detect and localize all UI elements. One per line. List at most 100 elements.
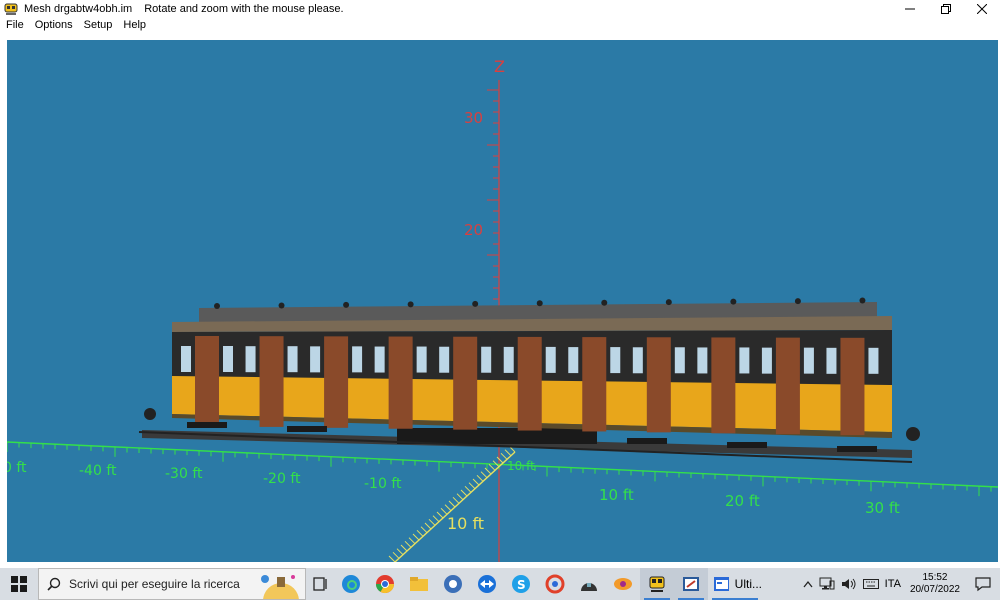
y-tick-mark xyxy=(404,540,412,548)
coach-window xyxy=(739,347,750,374)
y-tick-mark xyxy=(460,489,468,497)
title-bar[interactable]: Mesh drgabtw4obh.im Rotate and zoom with… xyxy=(0,0,1000,18)
clock-time: 15:52 xyxy=(922,572,948,583)
app-taskbar-button-3[interactable] xyxy=(572,568,606,600)
coach-window xyxy=(803,347,814,374)
menu-help[interactable]: Help xyxy=(117,18,151,34)
menu-file[interactable]: File xyxy=(0,18,29,34)
coach-door xyxy=(711,337,736,434)
speaker-icon xyxy=(841,578,856,590)
x-tick-label-4: -20 ft xyxy=(263,471,301,487)
coach-door xyxy=(259,336,284,427)
editor-icon xyxy=(683,577,699,591)
folder-icon xyxy=(410,577,428,591)
edge-taskbar-button[interactable] xyxy=(334,568,368,600)
coach-window xyxy=(632,347,643,374)
clock[interactable]: 15:52 20/07/2022 xyxy=(904,572,966,596)
notifications-button[interactable] xyxy=(966,568,1000,600)
search-icon xyxy=(39,577,69,591)
coach-window xyxy=(545,346,556,373)
coach-window xyxy=(352,346,363,373)
swirl-icon xyxy=(545,574,565,594)
running-app-button[interactable]: Ulti... xyxy=(708,568,762,600)
search-box[interactable]: Scrivi qui per eseguire la ricerca xyxy=(38,568,306,600)
explorer-taskbar-button[interactable] xyxy=(402,568,436,600)
y-tick-mark xyxy=(464,485,472,493)
x-tick-label-origin: 10 ft xyxy=(507,459,535,473)
editor-taskbar-button[interactable] xyxy=(674,568,708,600)
roof-vent xyxy=(407,301,414,308)
coach-window xyxy=(610,347,621,374)
tray-overflow-button[interactable] xyxy=(800,568,816,600)
network-icon xyxy=(819,577,835,590)
3d-viewport[interactable]: Z 30 20 0 ft -40 ft -30 ft -20 ft -10 ft… xyxy=(7,40,998,562)
y-tick-mark xyxy=(400,544,408,552)
teamviewer-taskbar-button[interactable] xyxy=(470,568,504,600)
task-view-icon xyxy=(313,577,327,591)
coach-window xyxy=(223,346,233,372)
y-tick-mark xyxy=(420,526,428,534)
y-tick-mark xyxy=(452,496,460,504)
y-tick-mark xyxy=(432,515,440,523)
y-tick-mark xyxy=(488,463,496,471)
minimize-button[interactable] xyxy=(892,0,928,18)
train-app-taskbar-button[interactable] xyxy=(640,568,674,600)
coach-window xyxy=(245,346,256,373)
app-taskbar-button-2[interactable] xyxy=(538,568,572,600)
skype-taskbar-button[interactable]: S xyxy=(504,568,538,600)
bogie xyxy=(727,442,767,448)
y-tick-mark xyxy=(408,537,416,545)
y-tick-mark xyxy=(472,478,480,486)
roof-vent xyxy=(601,299,608,306)
edge-icon xyxy=(342,575,360,593)
network-button[interactable] xyxy=(816,568,838,600)
bogie xyxy=(837,446,877,452)
train-icon xyxy=(649,576,665,592)
coach-window xyxy=(826,347,837,374)
roof-vent xyxy=(859,297,866,304)
chrome-taskbar-button[interactable] xyxy=(368,568,402,600)
language-indicator[interactable]: ITA xyxy=(882,568,904,600)
menu-options[interactable]: Options xyxy=(29,18,78,34)
running-app-label: Ulti... xyxy=(734,577,762,591)
app-taskbar-button-1[interactable] xyxy=(436,568,470,600)
y-tick-mark xyxy=(480,471,488,479)
volume-button[interactable] xyxy=(838,568,860,600)
keyboard-button[interactable] xyxy=(860,568,882,600)
coach-door xyxy=(582,337,607,432)
task-view-button[interactable] xyxy=(306,568,334,600)
app-taskbar-button-4[interactable] xyxy=(606,568,640,600)
menu-setup[interactable]: Setup xyxy=(78,18,118,34)
y-tick-mark xyxy=(468,482,476,490)
dome-icon xyxy=(581,583,597,591)
x-tick-label-3: -30 ft xyxy=(165,466,203,482)
skype-icon: S xyxy=(512,575,530,593)
coach-window xyxy=(568,347,579,374)
start-button[interactable] xyxy=(0,568,38,600)
restore-button[interactable] xyxy=(928,0,964,18)
windows-icon xyxy=(11,576,27,592)
chevron-up-icon xyxy=(803,580,813,588)
coach-window xyxy=(416,346,427,373)
x-tick-label-8: 30 ft xyxy=(865,499,900,517)
roof-vent xyxy=(794,298,801,305)
coach-door xyxy=(840,337,865,436)
coach-door xyxy=(775,337,800,435)
roof-vent xyxy=(730,298,737,305)
x-tick-label-7: 20 ft xyxy=(725,492,760,510)
roof-vent xyxy=(278,302,285,309)
search-highlight-icon xyxy=(261,575,299,599)
close-button[interactable] xyxy=(964,0,1000,18)
roof-vent xyxy=(214,303,220,309)
menu-bar: File Options Setup Help xyxy=(0,18,1000,34)
bogie xyxy=(627,438,667,444)
coach-door xyxy=(517,336,542,431)
restore-icon xyxy=(941,4,951,14)
y-tick-mark xyxy=(396,548,404,556)
z-tick-30: 30 xyxy=(464,109,483,127)
y-tick-mark xyxy=(504,449,512,457)
roof-vent xyxy=(343,301,350,308)
y-tick-mark xyxy=(484,467,492,475)
roof-vent xyxy=(536,300,543,307)
app-window: Mesh drgabtw4obh.im Rotate and zoom with… xyxy=(0,0,1000,568)
